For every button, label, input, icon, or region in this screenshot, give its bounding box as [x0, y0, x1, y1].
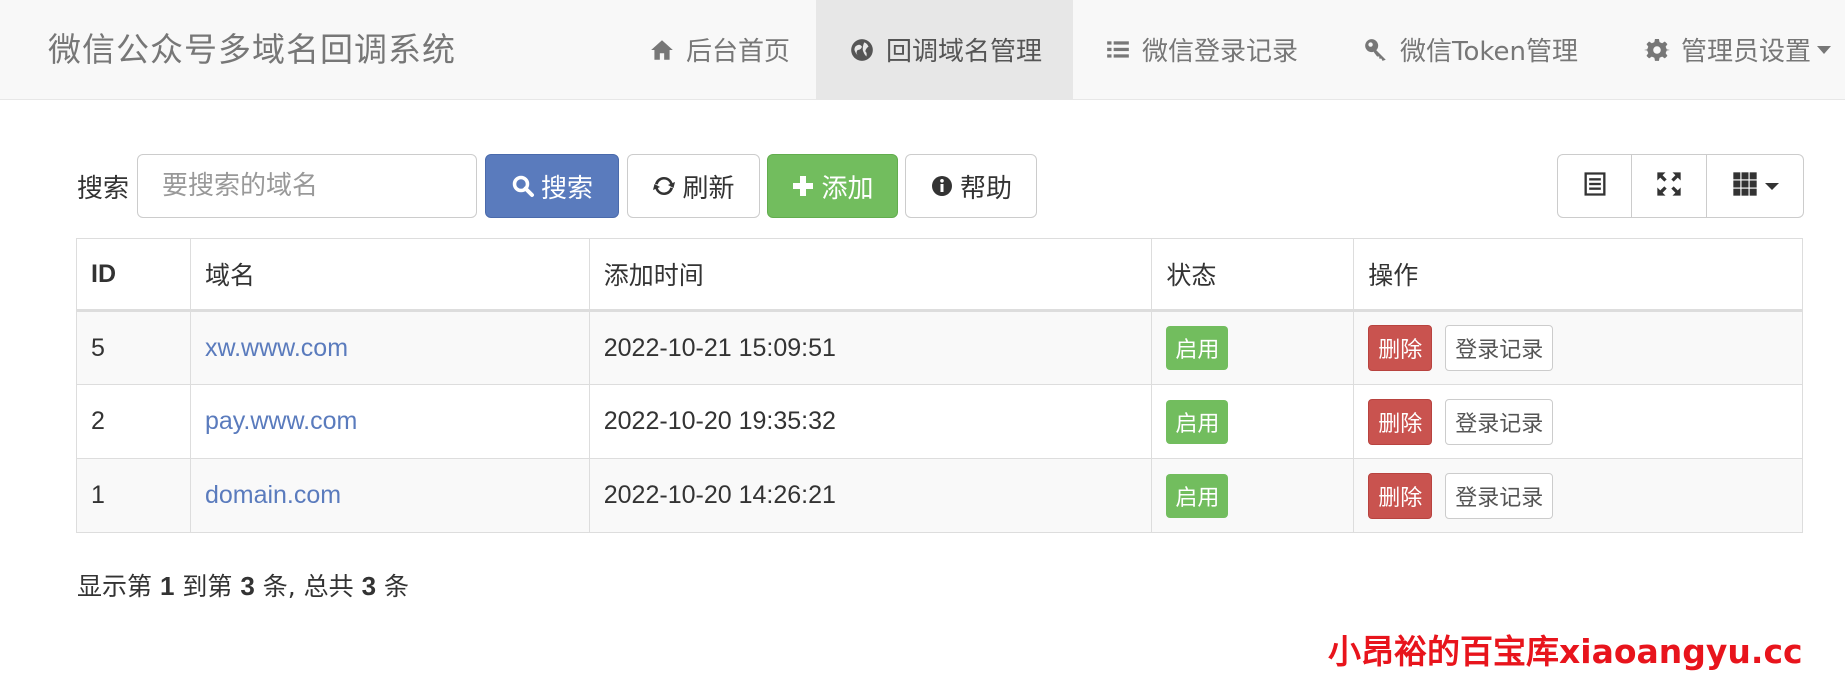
- domain-table: ID 域名 添加时间 状态 操作 5 xw.www.com 2022-10-21…: [76, 238, 1803, 533]
- nav-item-label: 微信登录记录: [1142, 37, 1299, 67]
- add-button-label: 添加: [821, 173, 874, 204]
- pagination-mid2: 条, 总共: [254, 572, 362, 601]
- delete-button[interactable]: 删除: [1368, 398, 1433, 445]
- nav-item-label: 后台首页: [686, 37, 791, 67]
- toggle-view-button[interactable]: [1557, 154, 1632, 218]
- column-header-status[interactable]: 状态: [1151, 238, 1355, 312]
- cell-id: 5: [76, 310, 191, 385]
- table-row: 1 domain.com 2022-10-20 14:26:21 启用 删除 登…: [76, 458, 1803, 533]
- cell-id: 1: [76, 458, 191, 533]
- search-button-label: 搜索: [540, 173, 593, 204]
- search-input[interactable]: [137, 154, 477, 218]
- pagination-to: 3: [240, 571, 255, 601]
- home-icon: [648, 36, 676, 64]
- pagination-from: 1: [159, 571, 175, 601]
- nav-item-token-manage[interactable]: 微信Token管理: [1362, 0, 1592, 99]
- brand-title[interactable]: 微信公众号多域名回调系统: [48, 0, 456, 100]
- pagination-mid1: 到第: [174, 572, 241, 601]
- nav-item-label: 回调域名管理: [886, 37, 1043, 67]
- top-navbar: 微信公众号多域名回调系统 后台首页 回调域名管理 微信登录记录 微信Token管…: [0, 0, 1845, 100]
- cell-time: 2022-10-20 14:26:21: [588, 458, 1153, 533]
- status-badge[interactable]: 启用: [1166, 473, 1229, 518]
- table-header-row: ID 域名 添加时间 状态 操作: [76, 238, 1803, 312]
- search-label: 搜索: [77, 174, 130, 204]
- chevron-down-icon: [1765, 182, 1779, 190]
- key-icon: [1362, 36, 1390, 64]
- nav-item-home[interactable]: 后台首页: [648, 0, 798, 99]
- login-records-button[interactable]: 登录记录: [1445, 472, 1554, 519]
- column-header-actions[interactable]: 操作: [1353, 238, 1803, 312]
- domain-link[interactable]: domain.com: [205, 481, 341, 509]
- nav-item-callback-domains[interactable]: 回调域名管理: [816, 0, 1073, 99]
- cell-time: 2022-10-21 15:09:51: [588, 310, 1153, 385]
- add-button[interactable]: 添加: [767, 154, 898, 218]
- globe-icon: [848, 36, 876, 64]
- table-row: 5 xw.www.com 2022-10-21 15:09:51 启用 删除 登…: [76, 310, 1803, 385]
- fullscreen-icon: [1655, 170, 1683, 202]
- pagination-info: 显示第 1 到第 3 条, 总共 3 条: [77, 567, 409, 603]
- column-header-time[interactable]: 添加时间: [588, 238, 1153, 312]
- nav-item-admin-settings[interactable]: 管理员设置: [1643, 0, 1843, 99]
- refresh-icon: [652, 174, 676, 198]
- domain-link[interactable]: pay.www.com: [205, 407, 357, 435]
- columns-grid-icon: [1731, 170, 1759, 202]
- columns-button[interactable]: [1707, 154, 1804, 218]
- delete-button[interactable]: 删除: [1368, 325, 1433, 371]
- column-header-id[interactable]: ID: [76, 238, 191, 312]
- column-header-domain[interactable]: 域名: [189, 238, 590, 312]
- view-toggle-group: [1557, 154, 1804, 218]
- search-button[interactable]: 搜索: [485, 154, 619, 218]
- login-records-button[interactable]: 登录记录: [1445, 398, 1554, 445]
- pagination-suffix: 条: [376, 572, 410, 601]
- chevron-down-icon: [1817, 45, 1832, 54]
- fullscreen-button[interactable]: [1632, 154, 1707, 218]
- help-button[interactable]: 帮助: [905, 154, 1037, 218]
- watermark-text: 小昂裕的百宝库xiaoangyu.cc: [1328, 632, 1803, 671]
- gear-icon: [1643, 36, 1671, 64]
- pagination-prefix: 显示第: [77, 572, 160, 601]
- status-badge[interactable]: 启用: [1166, 326, 1229, 370]
- nav-item-label: 管理员设置: [1681, 37, 1812, 67]
- nav-item-label: 微信Token管理: [1400, 37, 1578, 67]
- login-records-button[interactable]: 登录记录: [1445, 325, 1554, 371]
- search-icon: [511, 174, 535, 198]
- status-badge[interactable]: 启用: [1166, 399, 1229, 444]
- list-icon: [1104, 36, 1132, 64]
- help-button-label: 帮助: [959, 173, 1012, 204]
- cell-id: 2: [76, 384, 191, 459]
- plus-icon: [791, 174, 815, 198]
- list-view-icon: [1581, 170, 1609, 202]
- refresh-button-label: 刷新: [682, 173, 735, 204]
- cell-time: 2022-10-20 19:35:32: [588, 384, 1153, 459]
- pagination-total: 3: [361, 571, 377, 601]
- nav-item-login-records[interactable]: 微信登录记录: [1104, 0, 1304, 99]
- delete-button[interactable]: 删除: [1368, 472, 1433, 519]
- table-row: 2 pay.www.com 2022-10-20 19:35:32 启用 删除 …: [76, 384, 1803, 459]
- info-icon: [930, 174, 954, 198]
- refresh-button[interactable]: 刷新: [627, 154, 760, 218]
- domain-link[interactable]: xw.www.com: [205, 334, 348, 362]
